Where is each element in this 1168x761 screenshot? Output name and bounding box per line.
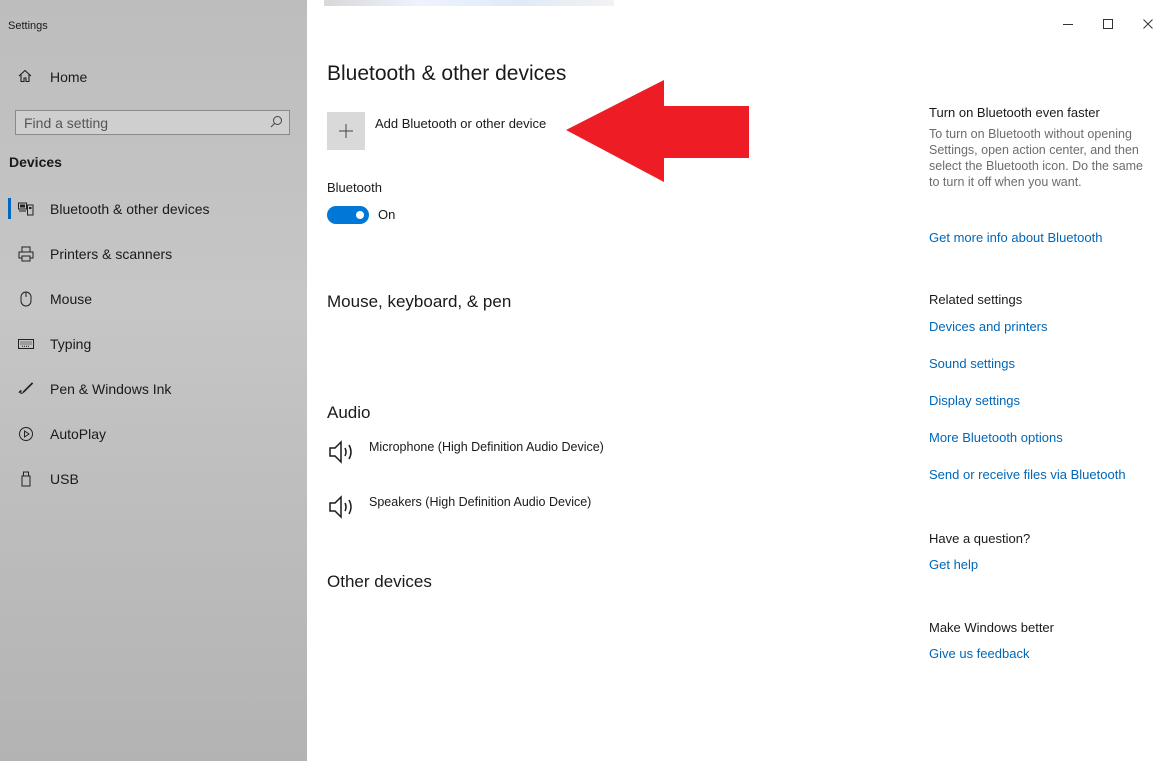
settings-window: Settings Home Devices Bluetooth & other … [0, 0, 1168, 761]
bluetooth-toggle[interactable] [327, 206, 369, 224]
window-controls [1048, 10, 1168, 38]
plus-icon [339, 124, 353, 138]
sidebar-item-label: Pen & Windows Ink [50, 380, 172, 397]
home-label: Home [50, 69, 88, 85]
sidebar-item-mouse[interactable]: Mouse [0, 276, 307, 321]
sidebar-item-autoplay[interactable]: AutoPlay [0, 411, 307, 456]
speaker-icon [327, 438, 361, 471]
pen-icon [17, 380, 35, 398]
sidebar-item-typing[interactable]: Typing [0, 321, 307, 366]
add-device-button[interactable] [327, 112, 365, 150]
make-windows-better-heading: Make Windows better [929, 620, 1054, 635]
mouse-icon [17, 290, 35, 308]
search-icon[interactable] [270, 115, 283, 131]
give-feedback-link[interactable]: Give us feedback [929, 646, 1029, 661]
devices-and-printers-link[interactable]: Devices and printers [929, 319, 1048, 334]
page-title: Bluetooth & other devices [327, 62, 567, 85]
speaker-icon [327, 493, 361, 526]
search-input[interactable] [24, 114, 254, 131]
bluetooth-devices-icon [17, 200, 35, 218]
get-help-link[interactable]: Get help [929, 557, 978, 572]
sidebar-item-bluetooth[interactable]: Bluetooth & other devices [0, 186, 307, 231]
red-arrow-annotation [566, 80, 749, 182]
maximize-icon [1103, 19, 1113, 29]
toggle-knob [356, 211, 364, 219]
more-bluetooth-options-link[interactable]: More Bluetooth options [929, 430, 1063, 445]
home-nav-item[interactable]: Home [17, 66, 87, 88]
usb-icon [17, 470, 35, 488]
sound-settings-link[interactable]: Sound settings [929, 356, 1015, 371]
faster-heading: Turn on Bluetooth even faster [929, 105, 1100, 120]
display-settings-link[interactable]: Display settings [929, 393, 1020, 408]
sidebar-nav: Bluetooth & other devices Printers & sca… [0, 186, 307, 501]
sidebar-item-usb[interactable]: USB [0, 456, 307, 501]
keyboard-icon [17, 335, 35, 353]
sidebar-item-printers[interactable]: Printers & scanners [0, 231, 307, 276]
bluetooth-state: On [378, 207, 396, 222]
app-title: Settings [8, 20, 48, 32]
sidebar-item-label: Bluetooth & other devices [50, 200, 210, 217]
maximize-button[interactable] [1088, 10, 1128, 38]
other-devices-heading: Other devices [327, 572, 432, 591]
add-device-label[interactable]: Add Bluetooth or other device [375, 116, 546, 131]
audio-device-name: Microphone (High Definition Audio Device… [369, 440, 604, 454]
audio-device-name: Speakers (High Definition Audio Device) [369, 495, 592, 509]
faster-description: To turn on Bluetooth without opening Set… [929, 127, 1144, 189]
sidebar-item-label: Mouse [50, 290, 93, 307]
send-receive-files-link[interactable]: Send or receive files via Bluetooth [929, 467, 1126, 482]
sidebar-item-label: USB [50, 470, 79, 487]
sidebar-item-pen[interactable]: Pen & Windows Ink [0, 366, 307, 411]
minimize-button[interactable] [1048, 10, 1088, 38]
sidebar-item-label: AutoPlay [50, 425, 107, 442]
audio-heading: Audio [327, 403, 371, 422]
bluetooth-info-link[interactable]: Get more info about Bluetooth [929, 230, 1102, 245]
sidebar-item-label: Typing [50, 335, 92, 352]
mouse-keyboard-pen-heading: Mouse, keyboard, & pen [327, 292, 512, 311]
sidebar-item-label: Printers & scanners [50, 245, 173, 262]
audio-device-microphone[interactable]: Microphone (High Definition Audio Device… [327, 438, 604, 471]
printer-icon [17, 245, 35, 263]
search-box[interactable] [15, 110, 290, 135]
audio-device-speakers[interactable]: Speakers (High Definition Audio Device) [327, 493, 591, 526]
question-heading: Have a question? [929, 531, 1031, 546]
sidebar: Settings Home Devices Bluetooth & other … [0, 0, 307, 761]
autoplay-icon [17, 425, 35, 443]
close-icon [1143, 19, 1153, 29]
minimize-icon [1063, 24, 1073, 25]
related-settings-heading: Related settings [929, 292, 1023, 307]
close-button[interactable] [1128, 10, 1168, 38]
bluetooth-label: Bluetooth [327, 180, 382, 195]
devices-section-label: Devices [9, 154, 62, 170]
home-icon [17, 68, 33, 87]
titlebar-background [324, 0, 614, 6]
